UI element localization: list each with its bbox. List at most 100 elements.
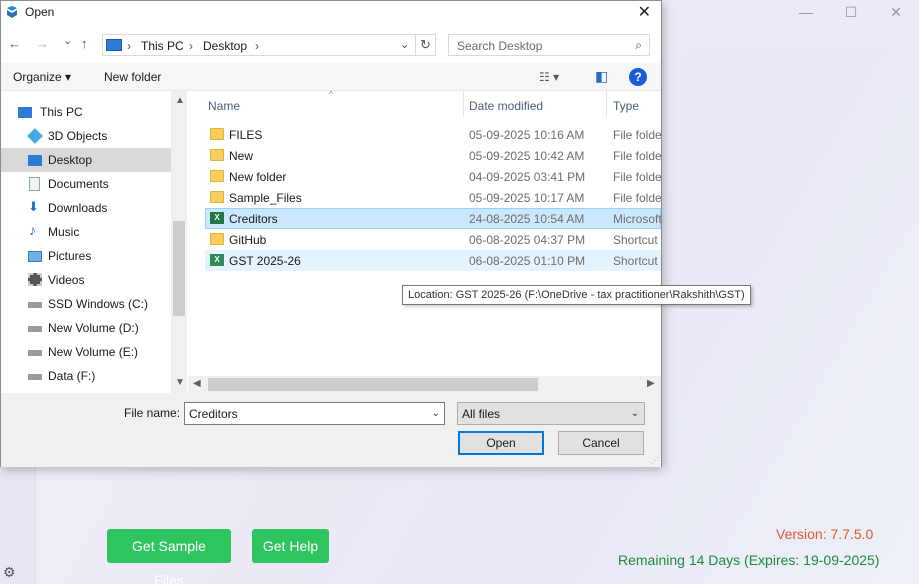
file-type: File folder: [613, 128, 661, 142]
file-name: Creditors: [229, 212, 278, 226]
shortcut-icon: X: [210, 254, 224, 266]
sidebar-item-label: Pictures: [48, 249, 92, 263]
column-header-type[interactable]: Type: [613, 99, 639, 113]
file-date: 06-08-2025 04:37 PM: [469, 233, 586, 247]
table-row[interactable]: New 05-09-2025 10:42 AM File folder: [205, 145, 661, 166]
column-header-name[interactable]: Name: [208, 99, 240, 113]
sidebar-item-music[interactable]: ♪ Music: [1, 220, 171, 244]
file-type: File folder: [613, 170, 661, 184]
sidebar-item-label: This PC: [40, 105, 83, 119]
sidebar-item-pictures[interactable]: Pictures: [1, 244, 171, 268]
close-icon[interactable]: ✕: [638, 2, 651, 22]
resize-grip-icon[interactable]: ⋰: [651, 456, 659, 465]
open-button[interactable]: Open: [458, 431, 544, 455]
get-sample-files-button[interactable]: Get Sample Files: [107, 529, 231, 584]
scrollbar-thumb[interactable]: [173, 221, 185, 316]
maximize-button[interactable]: ☐: [841, 2, 861, 22]
close-app-button[interactable]: ✕: [886, 2, 906, 22]
recent-locations-icon[interactable]: ⌄: [63, 34, 72, 47]
chevron-down-icon[interactable]: ⌄: [400, 38, 409, 51]
forward-arrow-icon[interactable]: →: [36, 36, 49, 51]
sidebar-item-drive-f[interactable]: Data (F:): [1, 364, 171, 388]
file-type: File folder: [613, 149, 661, 163]
column-header-date-modified[interactable]: Date modified: [469, 99, 543, 113]
address-bar[interactable]: › This PC › Desktop › ⌄: [102, 34, 416, 56]
file-date: 05-09-2025 10:42 AM: [469, 149, 585, 163]
help-icon[interactable]: ?: [629, 68, 647, 86]
table-row-hovered[interactable]: X GST 2025-26 06-08-2025 01:10 PM Shortc…: [205, 250, 661, 271]
file-name-value: Creditors: [189, 407, 238, 421]
folder-icon: [210, 128, 224, 140]
search-placeholder: Search Desktop: [457, 39, 543, 53]
sidebar-item-label: Downloads: [48, 201, 108, 215]
scroll-left-icon[interactable]: ◀: [193, 378, 201, 389]
music-icon: ♪: [29, 222, 36, 238]
table-row[interactable]: Sample_Files 05-09-2025 10:17 AM File fo…: [205, 187, 661, 208]
sidebar-item-this-pc[interactable]: This PC: [1, 100, 171, 124]
scrollbar-thumb[interactable]: [208, 378, 538, 391]
pc-icon: [106, 39, 122, 51]
cube-icon: [27, 128, 43, 144]
back-arrow-icon[interactable]: ←: [8, 36, 21, 51]
file-list: Name ^ Date modified Type FILES 05-09-20…: [188, 91, 661, 393]
dialog-footer: File name: Creditors ⌄ All files ⌄ Open …: [1, 393, 661, 467]
table-row-selected[interactable]: X Creditors 24-08-2025 10:54 AM Microsof…: [205, 208, 661, 229]
sidebar-item-label: Data (F:): [48, 369, 96, 383]
sidebar-item-label: 3D Objects: [48, 129, 108, 143]
file-name: Sample_Files: [229, 191, 302, 205]
file-type: Shortcut: [613, 233, 658, 247]
table-row[interactable]: New folder 04-09-2025 03:41 PM File fold…: [205, 166, 661, 187]
drive-icon: [28, 374, 42, 380]
drive-icon: [28, 302, 42, 308]
folder-icon: [210, 149, 224, 161]
new-folder-button[interactable]: New folder: [104, 70, 161, 84]
table-row[interactable]: FILES 05-09-2025 10:16 AM File folder: [205, 124, 661, 145]
sidebar-item-documents[interactable]: Documents: [1, 172, 171, 196]
file-name: GST 2025-26: [229, 254, 301, 268]
breadcrumb-this-pc[interactable]: This PC: [141, 39, 184, 53]
file-type-select[interactable]: All files ⌄: [457, 402, 645, 425]
refresh-icon[interactable]: ↻: [416, 34, 436, 56]
column-divider[interactable]: [606, 91, 607, 117]
sidebar-item-drive-d[interactable]: New Volume (D:): [1, 316, 171, 340]
file-date: 24-08-2025 10:54 AM: [469, 212, 585, 226]
file-date: 06-08-2025 01:10 PM: [469, 254, 586, 268]
file-name-label: File name:: [124, 406, 181, 420]
sidebar-item-desktop[interactable]: Desktop: [1, 148, 171, 172]
scroll-down-icon[interactable]: ▼: [175, 377, 185, 388]
file-name: New folder: [229, 170, 287, 184]
sidebar-scrollbar[interactable]: ▲ ▼: [171, 91, 187, 393]
up-arrow-icon[interactable]: ↑: [81, 36, 88, 51]
breadcrumb-desktop[interactable]: Desktop: [203, 39, 247, 53]
search-icon: ⌕: [635, 38, 642, 52]
cancel-button[interactable]: Cancel: [558, 431, 644, 455]
file-list-hscrollbar[interactable]: ◀ ▶: [188, 376, 661, 393]
view-options-icon[interactable]: ☷ ▾: [539, 70, 559, 84]
drive-icon: [28, 326, 42, 332]
file-name: FILES: [229, 128, 263, 142]
document-icon: [29, 177, 40, 191]
minimize-button[interactable]: —: [796, 2, 816, 22]
file-type: Microsoft: [613, 212, 661, 226]
sidebar-item-label: SSD Windows (C:): [48, 297, 149, 311]
sidebar-item-label: Desktop: [48, 153, 93, 167]
sidebar-item-3d-objects[interactable]: 3D Objects: [1, 124, 171, 148]
license-remaining-label: Remaining 14 Days (Expires: 19-09-2025): [618, 552, 880, 568]
chevron-down-icon[interactable]: ⌄: [432, 408, 440, 419]
search-input[interactable]: Search Desktop ⌕: [448, 34, 650, 56]
table-row[interactable]: GitHub 06-08-2025 04:37 PM Shortcut: [205, 229, 661, 250]
scroll-up-icon[interactable]: ▲: [175, 95, 185, 106]
preview-pane-icon[interactable]: ◧: [595, 68, 608, 85]
scroll-right-icon[interactable]: ▶: [647, 378, 655, 389]
sidebar-item-videos[interactable]: Videos: [1, 268, 171, 292]
sidebar-item-downloads[interactable]: ⬇ Downloads: [1, 196, 171, 220]
gear-icon[interactable]: ⚙: [3, 564, 16, 581]
sidebar-item-drive-e[interactable]: New Volume (E:): [1, 340, 171, 364]
get-help-button[interactable]: Get Help: [252, 529, 329, 563]
dialog-body: This PC 3D Objects Desktop Documents ⬇ D…: [1, 91, 661, 393]
column-divider[interactable]: [463, 91, 464, 117]
open-file-dialog: Open ✕ ← → ⌄ ↑ › This PC › Desktop › ⌄ ↻…: [0, 0, 662, 467]
organize-menu[interactable]: Organize ▾: [13, 70, 71, 84]
file-name-field[interactable]: Creditors ⌄: [184, 402, 445, 425]
sidebar-item-drive-c[interactable]: SSD Windows (C:): [1, 292, 171, 316]
